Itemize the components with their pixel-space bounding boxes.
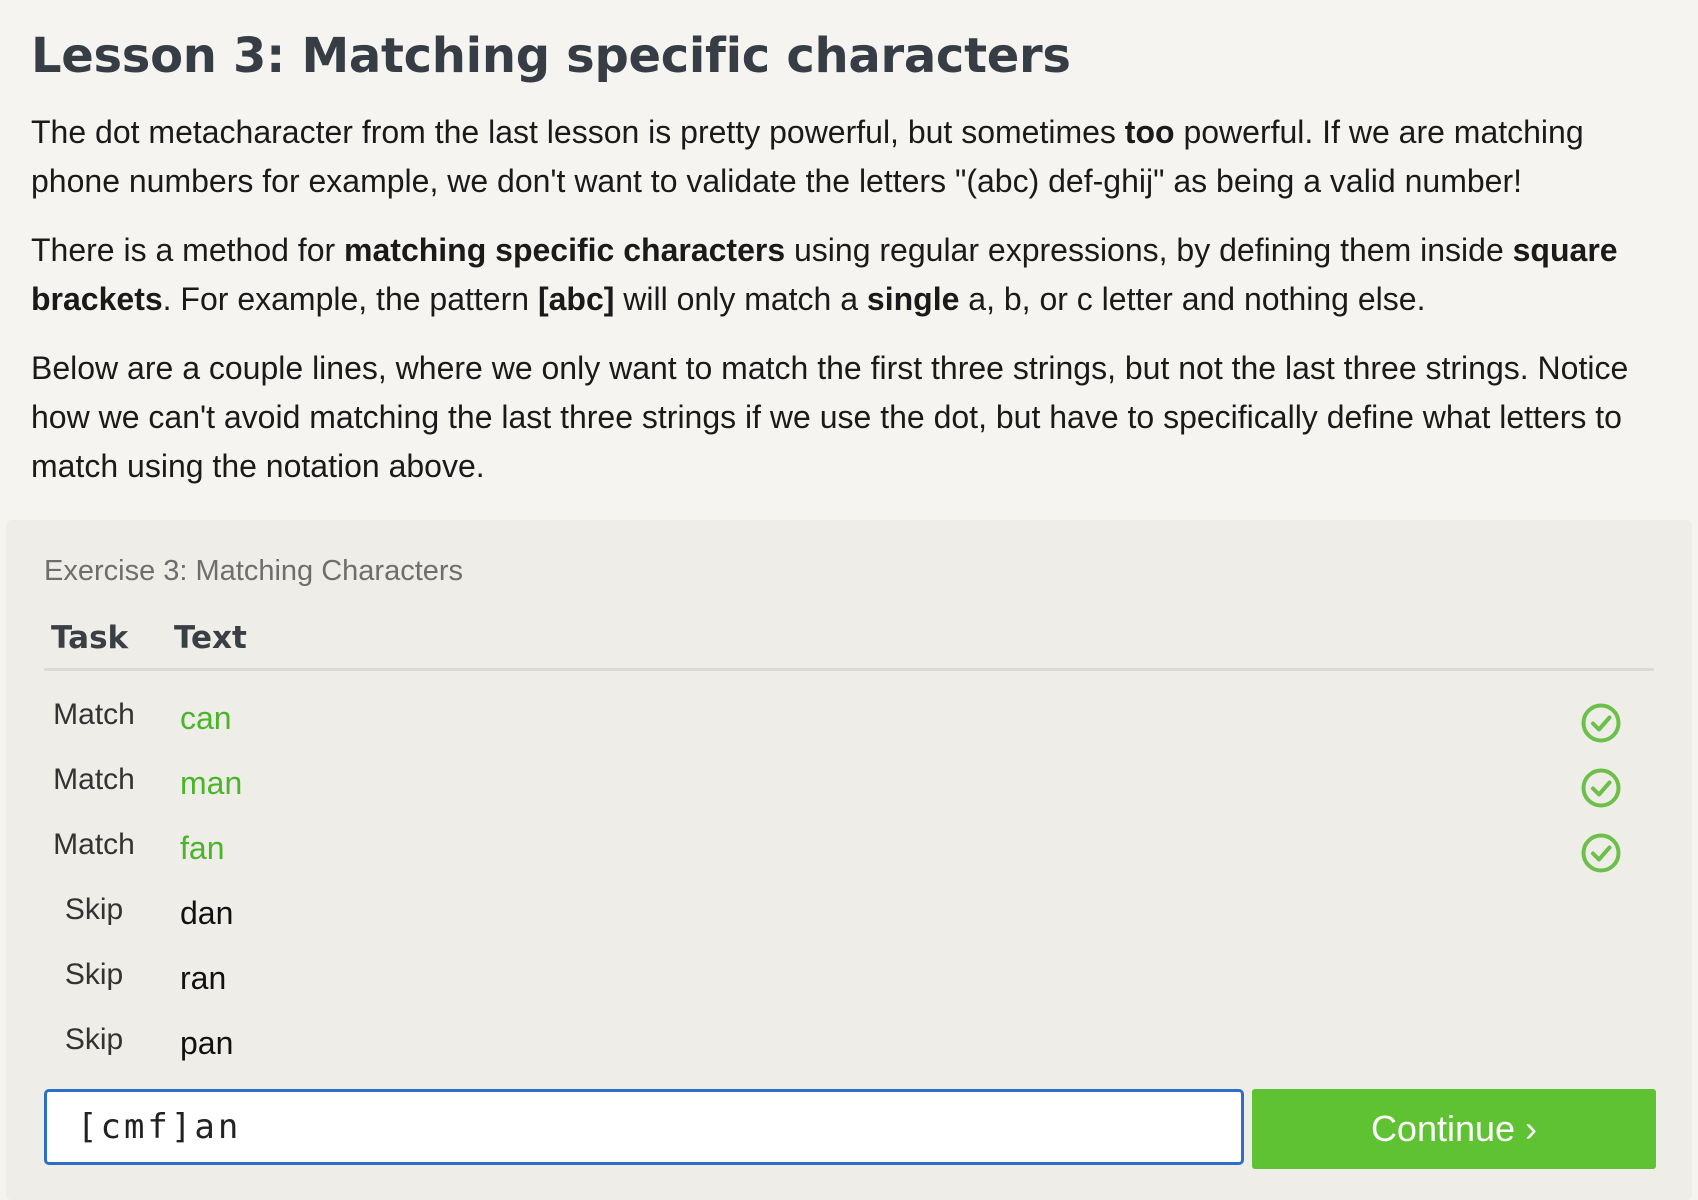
check-circle-icon (1581, 703, 1621, 743)
text-run: using regular expressions, by defining t… (785, 232, 1513, 268)
emphasis-matching-specific-characters: matching specific characters (344, 232, 786, 268)
lesson-title: Lesson 3: Matching specific characters (31, 28, 1071, 84)
column-header-text: Text (174, 620, 247, 656)
column-header-task: Task (51, 620, 129, 656)
emphasis-pattern: [abc] (537, 281, 615, 317)
exercise-rows: Match can Match man Match fan Skip dan S… (44, 690, 1654, 1080)
exercise-title: Exercise 3: Matching Characters (44, 555, 464, 587)
text-run: a, b, or c letter and nothing else. (959, 281, 1426, 317)
text-run: will only match a (614, 281, 867, 317)
lesson-paragraph-3: Below are a couple lines, where we only … (31, 350, 1629, 484)
text-run: . For example, the pattern (162, 281, 538, 317)
exercise-row: Skip pan (44, 1015, 1654, 1080)
check-circle-icon (1581, 833, 1621, 873)
continue-button[interactable]: Continue › (1252, 1089, 1656, 1169)
task-label: Match (53, 828, 135, 861)
text-value: man (180, 765, 243, 801)
text-value: ran (180, 960, 227, 996)
emphasis-single: single (866, 281, 960, 317)
exercise-row: Match man (44, 755, 1654, 820)
task-label: Skip (64, 958, 124, 991)
header-divider (44, 668, 1654, 671)
task-label: Match (53, 698, 135, 731)
text-run: There is a method for (31, 232, 345, 268)
text-value: dan (180, 895, 234, 931)
emphasis-too: too (1124, 114, 1175, 150)
exercise-row: Match can (44, 690, 1654, 755)
text-run: The dot metacharacter from the last less… (31, 114, 1125, 150)
lesson-content: Lesson 3: Matching specific characters T… (31, 14, 1671, 511)
exercise-panel: Exercise 3: Matching Characters Task Tex… (6, 520, 1692, 1200)
task-label: Match (53, 763, 135, 796)
exercise-row: Skip dan (44, 885, 1654, 950)
exercise-row: Match fan (44, 820, 1654, 885)
regex-answer-input[interactable] (44, 1089, 1244, 1165)
lesson-paragraph-2: There is a method for matching specific … (31, 226, 1671, 324)
text-value: pan (180, 1025, 234, 1061)
text-value: can (180, 700, 232, 736)
check-circle-icon (1581, 768, 1621, 808)
task-label: Skip (64, 893, 124, 926)
text-value: fan (180, 830, 225, 866)
exercise-row: Skip ran (44, 950, 1654, 1015)
lesson-paragraph-1: The dot metacharacter from the last less… (31, 108, 1671, 206)
task-label: Skip (64, 1023, 124, 1056)
